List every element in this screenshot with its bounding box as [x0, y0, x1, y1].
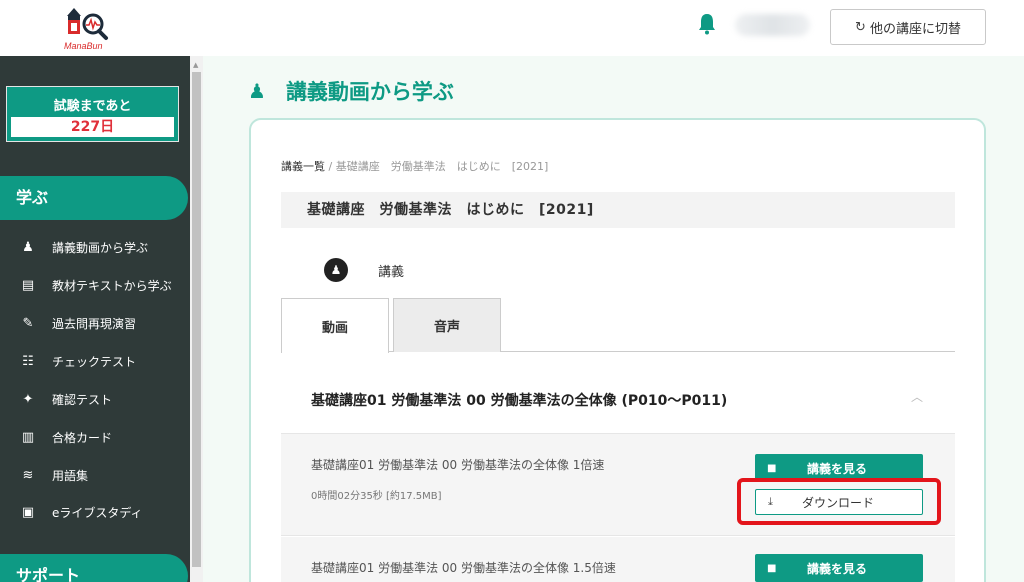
manabun-logo[interactable]: ManaBun	[60, 4, 120, 52]
page-title: ♟ 講義動画から学ぶ	[248, 76, 454, 106]
sidebar-scrollbar[interactable]: ▲	[190, 56, 203, 582]
sidebar-item-label: 合格カード	[52, 430, 113, 445]
watch-lecture-label: 講義を見る	[807, 561, 868, 576]
user-name-blurred[interactable]	[735, 14, 810, 36]
video-camera-icon: ■	[767, 462, 777, 474]
video-camera-icon: ■	[767, 562, 777, 574]
lecture-type-label: 講義	[378, 264, 405, 280]
breadcrumb-home-link[interactable]: 講義一覧	[281, 160, 325, 173]
monitor-icon: ▣	[21, 504, 35, 520]
section-learn[interactable]: 学ぶ	[0, 176, 188, 220]
scrollbar-thumb[interactable]	[192, 72, 201, 567]
sidebar-item-label: 教材テキストから学ぶ	[52, 278, 172, 293]
breadcrumb: 講義一覧 / 基礎講座 労働基準法 はじめに [2021]	[281, 158, 548, 174]
watch-lecture-label: 講義を見る	[807, 461, 868, 476]
bell-icon[interactable]	[697, 13, 717, 35]
sidebar-item-text[interactable]: ▤ 教材テキストから学ぶ	[0, 266, 190, 304]
scroll-up-arrow-icon[interactable]: ▲	[193, 61, 198, 69]
book-icon: ▤	[21, 277, 35, 293]
chapter-title: 基礎講座01 労働基準法 00 労働基準法の全体像 (P010～P011)	[311, 393, 728, 409]
switch-course-label: 他の講座に切替	[869, 21, 961, 37]
watch-lecture-button[interactable]: ■ 講義を見る	[755, 554, 923, 582]
sidebar-item-label: 過去問再現演習	[52, 316, 137, 331]
sidebar-item-live-study[interactable]: ▣ eライブスタディ	[0, 493, 190, 531]
chevron-up-icon[interactable]: ︿	[911, 388, 923, 405]
exam-countdown: 試験まであと 227日	[6, 86, 179, 142]
top-header: ManaBun ↻ 他の講座に切替	[0, 0, 1024, 56]
page-title-text: 講義動画から学ぶ	[285, 80, 454, 104]
sidebar-item-label: 確認テスト	[52, 392, 113, 407]
sidebar-item-label: eライブスタディ	[52, 505, 143, 520]
video-title: 基礎講座01 労働基準法 00 労働基準法の全体像 1.5倍速	[311, 561, 616, 575]
lecture-title: 基礎講座 労働基準法 はじめに [2021]	[281, 192, 955, 228]
chapter-header[interactable]: 基礎講座01 労働基準法 00 労働基準法の全体像 (P010～P011) ︿	[281, 366, 955, 434]
download-highlight-annotation	[737, 478, 941, 525]
sidebar-item-pass-card[interactable]: ▥ 合格カード	[0, 418, 190, 456]
breadcrumb-separator: /	[328, 160, 333, 173]
sidebar-item-check-test[interactable]: ☷ チェックテスト	[0, 342, 190, 380]
media-tabs: 動画 音声	[281, 298, 955, 353]
sidebar: 試験まであと 227日 学ぶ ♟ 講義動画から学ぶ ▤ 教材テキストから学ぶ ✎…	[0, 56, 190, 582]
sidebar-item-label: チェックテスト	[52, 354, 137, 369]
sidebar-item-glossary[interactable]: ≋ 用語集	[0, 456, 190, 494]
section-support[interactable]: サポート	[0, 554, 188, 582]
sidebar-item-label: 講義動画から学ぶ	[52, 240, 149, 255]
card-icon: ▥	[21, 429, 35, 445]
lecturer-icon: ♟	[248, 79, 266, 103]
lecturer-icon: ♟	[22, 239, 34, 255]
glossary-icon: ≋	[22, 467, 34, 483]
sidebar-item-lecture-video[interactable]: ♟ 講義動画から学ぶ	[0, 228, 190, 266]
countdown-value: 227日	[11, 117, 174, 137]
puzzle-icon: ✦	[22, 391, 34, 407]
video-title: 基礎講座01 労働基準法 00 労働基準法の全体像 1倍速	[311, 458, 605, 472]
checklist-icon: ☷	[22, 353, 34, 369]
logo-text: ManaBun	[64, 41, 103, 51]
refresh-icon: ↻	[855, 19, 866, 35]
tab-audio[interactable]: 音声	[393, 298, 501, 352]
video-meta: 0時間02分35秒 [約17.5MB]	[311, 491, 442, 502]
breadcrumb-current: 基礎講座 労働基準法 はじめに [2021]	[335, 160, 549, 173]
lecture-type: ♟ 講義	[324, 258, 404, 282]
sidebar-item-past-exams[interactable]: ✎ 過去問再現演習	[0, 304, 190, 342]
countdown-label: 試験まであと	[53, 99, 132, 114]
switch-course-button[interactable]: ↻ 他の講座に切替	[830, 9, 986, 45]
sidebar-item-confirm-test[interactable]: ✦ 確認テスト	[0, 380, 190, 418]
edit-icon: ✎	[22, 315, 34, 331]
lecturer-circle-icon: ♟	[324, 258, 348, 282]
tab-video[interactable]: 動画	[281, 298, 389, 353]
sidebar-item-label: 用語集	[52, 468, 89, 483]
video-row: 基礎講座01 労働基準法 00 労働基準法の全体像 1.5倍速 ■ 講義を見る	[281, 537, 955, 582]
